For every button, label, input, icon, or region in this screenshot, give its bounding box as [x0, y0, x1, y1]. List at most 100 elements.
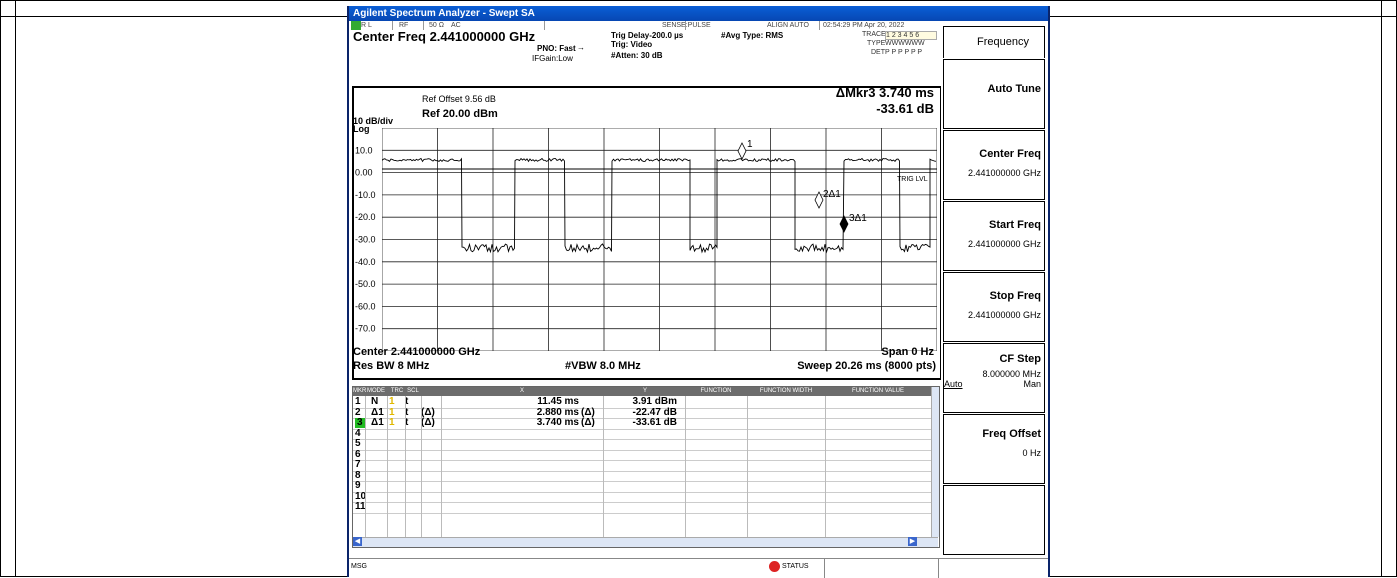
marker-3-label: 3Δ1 [849, 213, 867, 224]
softkey-start-freq[interactable]: Start Freq 2.441000000 GHz [943, 201, 1045, 271]
table-col-line [405, 396, 406, 537]
table-row[interactable]: 11 [353, 502, 931, 514]
row-cell-n: 3 [355, 418, 365, 428]
row-cell-yd: (Δ) [581, 418, 595, 428]
plot-grid: TRIG LVL [382, 128, 937, 351]
det-label: DET [871, 49, 885, 56]
row-cell-trc: 1 [389, 408, 395, 418]
row-cell-n: 5 [355, 439, 361, 449]
col-function-width: FUNCTION WIDTH [747, 387, 825, 396]
marker-3 [840, 216, 848, 232]
y-tick-label: 0.00 [355, 168, 373, 178]
table-col-line [685, 396, 686, 537]
y-tick-label: -10.0 [355, 190, 376, 200]
trig-label: Trig: Video [611, 40, 652, 49]
res-bw-label: Res BW 8 MHz [353, 360, 429, 372]
row-cell-n: 4 [355, 429, 361, 439]
message-bar: MSG STATUS [349, 558, 1048, 578]
msg-divider [824, 559, 825, 578]
atten-label: #Atten: 30 dB [611, 51, 663, 60]
softkey-center-freq[interactable]: Center Freq 2.441000000 GHz [943, 130, 1045, 200]
datetime-label: 02:54:29 PM Apr 20, 2022 [823, 21, 904, 30]
table-hscrollbar[interactable] [353, 537, 938, 547]
marker-2 [815, 192, 823, 208]
softkey-blank[interactable] [943, 485, 1045, 555]
col-x: X [441, 387, 603, 396]
row-cell-n: 11 [355, 502, 366, 512]
row-cell-xd: (Δ) [421, 408, 435, 418]
status-icon[interactable] [769, 561, 780, 572]
table-vscrollbar[interactable] [931, 387, 939, 537]
align-label: ALIGN AUTO [767, 21, 809, 30]
stop-freq-label: Stop Freq [990, 290, 1041, 302]
y-tick-label: 10.0 [355, 145, 373, 155]
softkey-panel: Frequency Auto Tune Center Freq 2.441000… [941, 26, 1046, 556]
y-axis: 10.00.00-10.0-20.0-30.0-40.0-50.0-60.0-7… [352, 128, 392, 351]
cf-step-label: CF Step [999, 353, 1041, 365]
left-divider [15, 0, 16, 577]
row-cell-n: 9 [355, 481, 361, 491]
marker-table[interactable]: MKR MODE TRC SCL X Y FUNCTION FUNCTION W… [352, 386, 940, 548]
det-values: P P P P P P [885, 49, 922, 56]
row-cell-x: 3.740 ms [513, 418, 579, 428]
table-col-line [747, 396, 748, 537]
scroll-left-icon[interactable]: ◀ [353, 537, 362, 546]
row-cell-y: -22.47 dB [605, 408, 677, 418]
col-mode: MODE [365, 387, 387, 396]
status-sep [685, 21, 686, 30]
freq-offset-value: 0 Hz [1022, 448, 1041, 458]
trace-label: TRACE [862, 31, 886, 38]
markers: 12Δ13Δ1 [738, 139, 867, 232]
col-function-value: FUNCTION VALUE [825, 387, 931, 396]
table-col-line [387, 396, 388, 537]
ref-offset-label: Ref Offset 9.56 dB [422, 95, 496, 104]
col-trc: TRC [389, 387, 405, 396]
marker-1 [738, 143, 746, 159]
y-tick-label: -60.0 [355, 301, 376, 311]
status-sep [544, 21, 545, 30]
measurement-header: Center Freq 2.441000000 GHz PNO: Fast → … [349, 30, 939, 85]
center-label: Center 2.441000000 GHz [353, 346, 480, 358]
trig-delay-label: Trig Delay-200.0 µs [611, 31, 683, 40]
row-cell-trc: 1 [389, 397, 395, 407]
start-freq-value: 2.441000000 GHz [968, 239, 1041, 249]
softkey-freq-offset[interactable]: Freq Offset 0 Hz [943, 414, 1045, 484]
marker-1-label: 1 [747, 139, 753, 150]
row-cell-n: 1 [355, 397, 361, 407]
row-cell-n: 2 [355, 408, 361, 418]
row-cell-y: -33.61 dB [605, 418, 677, 428]
type-values: WWWWWW [885, 40, 925, 47]
cf-step-man-option: Man [1023, 379, 1041, 389]
row-cell-x: 2.880 ms [513, 408, 579, 418]
table-col-line [421, 396, 422, 537]
avg-type-label: #Avg Type: RMS [721, 31, 783, 40]
trace-plot: TRIG LVL 1 2Δ1 3Δ1 [382, 128, 937, 351]
window-title: Agilent Spectrum Analyzer - Swept SA [349, 6, 1048, 21]
trig-level-label: TRIG LVL [897, 176, 928, 183]
y-tick-label: -70.0 [355, 324, 376, 334]
sense-label: SENSE:PULSE [662, 21, 711, 30]
start-freq-label: Start Freq [989, 219, 1041, 231]
trace-values: 1 2 3 4 5 6 [885, 31, 937, 40]
status-label[interactable]: STATUS [782, 563, 809, 570]
table-col-line [825, 396, 826, 537]
menu-title-text: Frequency [977, 36, 1029, 48]
status-sep [819, 21, 820, 30]
ref-level-label: Ref 20.00 dBm [422, 108, 498, 120]
row-cell-trc: 1 [389, 418, 395, 428]
table-col-line [365, 396, 366, 537]
col-mkr: MKR [353, 387, 365, 396]
table-col-line [441, 396, 442, 537]
softkey-stop-freq[interactable]: Stop Freq 2.441000000 GHz [943, 272, 1045, 342]
row-cell-yd: (Δ) [581, 408, 595, 418]
row-cell-n: 6 [355, 450, 361, 460]
scroll-right-icon[interactable]: ▶ [908, 537, 917, 546]
cf-step-auto-option: Auto [944, 379, 963, 389]
row-cell-y: 3.91 dBm [605, 397, 677, 407]
row-cell-xd: (Δ) [421, 418, 435, 428]
right-divider [1381, 0, 1382, 577]
marker-table-header: MKR MODE TRC SCL X Y FUNCTION FUNCTION W… [353, 387, 931, 396]
marker-delta-readout: ΔMkr3 3.740 ms [819, 85, 934, 100]
softkey-auto-tune[interactable]: Auto Tune [943, 59, 1045, 129]
softkey-cf-step[interactable]: CF Step 8.000000 MHz Auto Man [943, 343, 1045, 413]
